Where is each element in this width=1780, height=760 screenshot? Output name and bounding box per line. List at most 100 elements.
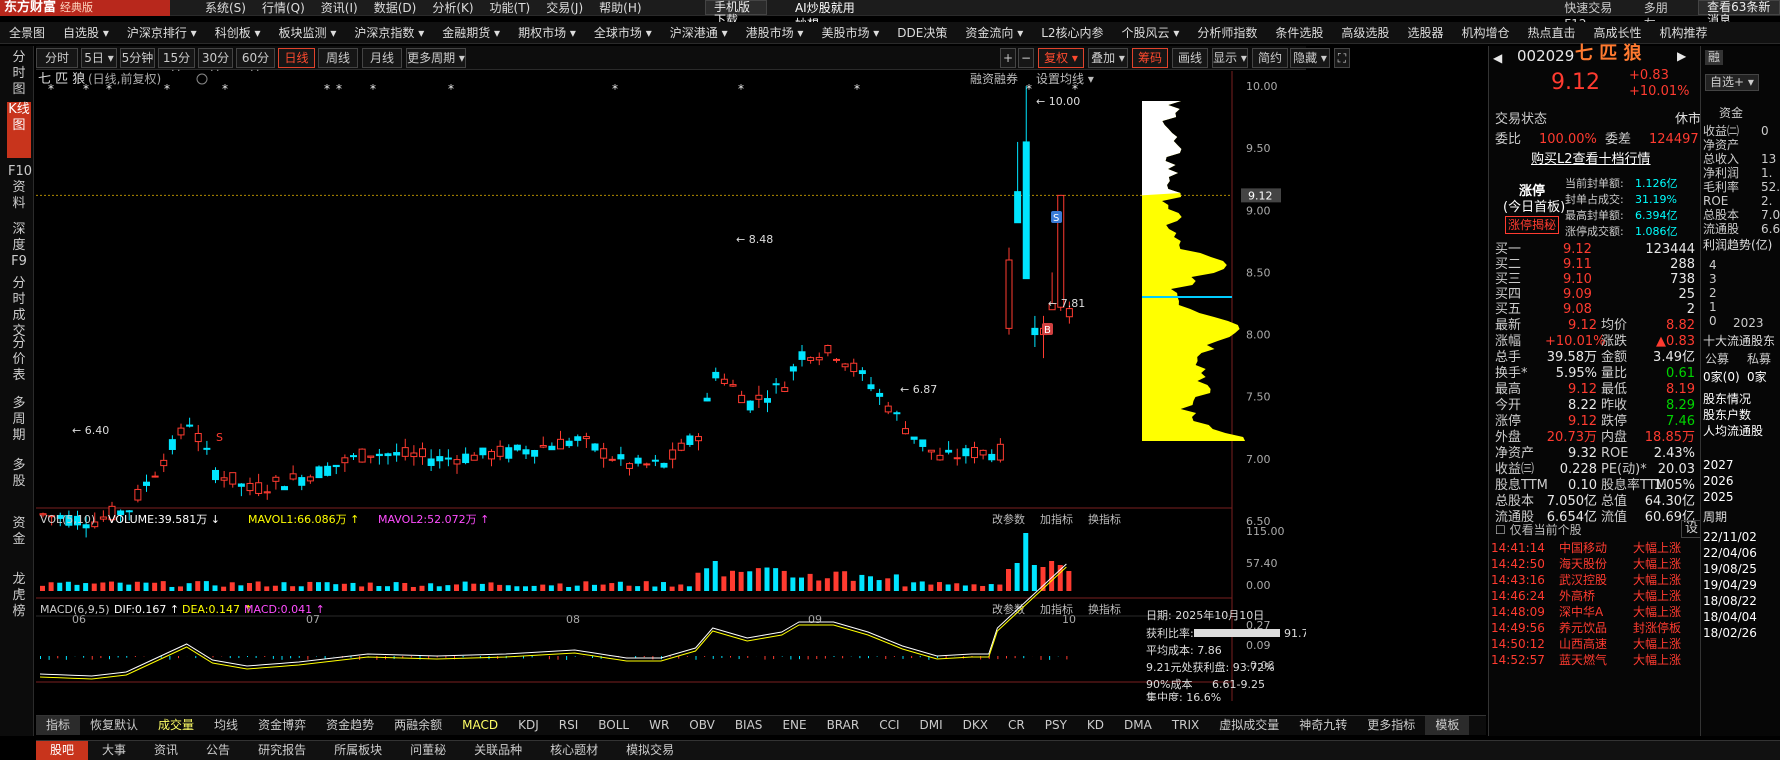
macd-tool-link[interactable]: 改参数 — [992, 602, 1025, 616]
ma-settings-link[interactable]: 设置均线 ▾ — [1036, 72, 1094, 86]
period-button[interactable]: 30分钟 — [198, 48, 233, 83]
indicator-tab[interactable]: BOLL — [588, 716, 639, 735]
mobile-download-button[interactable]: 手机版下载 — [705, 0, 767, 27]
event-marker[interactable]: * — [370, 82, 376, 96]
event-marker[interactable]: * — [164, 82, 170, 96]
tick-stock[interactable]: 深中华A — [1559, 604, 1603, 620]
limit-reveal-button[interactable]: 涨停揭秘 — [1505, 216, 1560, 234]
menu-item[interactable]: 机构推荐 — [1651, 22, 1717, 43]
chart-toolbar-button[interactable]: 画线 — [1172, 48, 1208, 68]
left-tab[interactable]: F10资料 — [8, 164, 32, 216]
only-current-checkbox[interactable]: ☐ 仅看当前个股 — [1495, 522, 1582, 538]
ai-button[interactable]: AI炒股就用妙想 — [795, 0, 856, 31]
indicator-tab[interactable]: 指标 — [36, 716, 81, 735]
quick-trade-button[interactable]: 快速交易F12 — [1564, 0, 1615, 31]
sys-menu-item[interactable]: 帮助(H) — [599, 0, 641, 16]
sys-menu-item[interactable]: 系统(S) — [205, 0, 246, 16]
period-button[interactable]: 15分钟 — [158, 48, 195, 83]
chart-toolbar-button[interactable]: ⛶ — [1334, 48, 1350, 68]
event-marker[interactable]: * — [448, 82, 454, 96]
tick-stock[interactable]: 武汉控股 — [1559, 572, 1607, 588]
sys-menu-item[interactable]: 资讯(I) — [321, 0, 358, 16]
bottom-tab[interactable]: 核心题材 — [536, 741, 612, 760]
left-tab[interactable]: 龙虎榜 — [8, 572, 30, 622]
chart-toolbar-button[interactable]: − — [1018, 48, 1034, 68]
menu-item[interactable]: 机构增仓 — [1452, 22, 1518, 43]
event-marker[interactable]: * — [1026, 82, 1032, 96]
indicator-tab[interactable]: BIAS — [725, 716, 773, 735]
event-marker[interactable]: * — [612, 82, 618, 96]
funds-tab[interactable]: 资金 — [1719, 106, 1743, 121]
tick-stock[interactable]: 海天股份 — [1559, 556, 1607, 572]
menu-item[interactable]: 金融期货 ▾ — [433, 22, 509, 43]
tick-stock[interactable]: 蓝天燃气 — [1559, 652, 1607, 668]
period-button[interactable]: 60分钟 — [236, 48, 275, 83]
period-button[interactable]: 更多周期 ▾ — [406, 48, 466, 68]
margin-tag[interactable]: 融 — [1705, 50, 1724, 65]
indicator-tab[interactable]: 恢复默认 — [80, 716, 148, 735]
holder-link[interactable]: 股东情况 — [1703, 392, 1751, 407]
bottom-tab[interactable]: 关联品种 — [460, 741, 536, 760]
bottom-tab[interactable]: 模拟交易 — [612, 741, 688, 760]
event-marker[interactable]: * — [854, 82, 860, 96]
event-marker[interactable]: * — [738, 82, 744, 96]
left-tab[interactable]: K线图 — [7, 102, 31, 158]
indicator-tab[interactable]: TRIX — [1162, 716, 1209, 735]
bottom-tab[interactable]: 大事 — [88, 741, 140, 760]
vol-tool-link[interactable]: 改参数 — [992, 512, 1025, 526]
chart-toolbar-button[interactable]: 筹码 — [1132, 48, 1168, 68]
holder-link[interactable]: 人均流通股 — [1703, 424, 1763, 439]
chart-toolbar-button[interactable]: 叠加 ▾ — [1088, 48, 1128, 68]
sys-menu-item[interactable]: 行情(Q) — [262, 0, 305, 16]
left-tab[interactable]: 多股 — [8, 458, 30, 504]
indicator-tab[interactable]: KD — [1077, 716, 1114, 735]
indicator-tab[interactable]: MACD — [452, 716, 508, 735]
indicator-tab[interactable]: 资金博弈 — [248, 716, 316, 735]
menu-item[interactable]: L2核心内参 — [1032, 22, 1112, 43]
left-tab[interactable]: 分价表 — [8, 336, 30, 386]
sys-menu-item[interactable]: 功能(T) — [490, 0, 531, 16]
menu-item[interactable]: 热点直击 — [1518, 22, 1584, 43]
left-tab[interactable]: 资金 — [8, 516, 30, 560]
indicator-tab[interactable]: 虚拟成交量 — [1209, 716, 1289, 735]
period-button[interactable]: 分时 — [36, 48, 78, 68]
indicator-tab[interactable]: 资金趋势 — [316, 716, 384, 735]
menu-item[interactable]: 期权市场 ▾ — [509, 22, 585, 43]
menu-item[interactable]: 高级选股 — [1332, 22, 1398, 43]
indicator-tab[interactable]: 更多指标 — [1357, 716, 1425, 735]
news-button[interactable]: 查看63条新消息 — [1698, 0, 1780, 27]
indicator-tab[interactable]: CR — [998, 716, 1035, 735]
macd-tool-link[interactable]: 换指标 — [1088, 602, 1121, 616]
indicator-tab[interactable]: DMI — [910, 716, 953, 735]
tick-stock[interactable]: 山西高速 — [1559, 636, 1607, 652]
indicator-tab[interactable]: DMA — [1114, 716, 1162, 735]
indicator-tab[interactable]: 两融余额 — [384, 716, 452, 735]
menu-item[interactable]: 全球市场 ▾ — [585, 22, 661, 43]
chart-toolbar-button[interactable]: 复权 ▾ — [1038, 48, 1084, 68]
event-marker[interactable]: * — [336, 82, 342, 96]
period-button[interactable]: 月线 — [362, 48, 402, 68]
menu-item[interactable]: 个股风云 ▾ — [1113, 22, 1189, 43]
event-marker[interactable]: * — [83, 82, 89, 96]
menu-item[interactable]: 沪深港通 ▾ — [661, 22, 737, 43]
indicator-tab[interactable]: 成交量 — [148, 716, 204, 735]
event-marker[interactable]: * — [106, 82, 112, 96]
holder-link[interactable]: 股东户数 — [1703, 408, 1751, 423]
chart-toolbar-button[interactable]: 隐藏 ▾ — [1290, 48, 1330, 68]
indicator-tab[interactable]: RSI — [549, 716, 589, 735]
kline-chart-svg[interactable]: 七 匹 狼 (日线,前复权) 融资融券 设置均线 ▾ 10.00 9.50 9.00 8.50… — [36, 71, 1326, 704]
menu-item[interactable]: 条件选股 — [1266, 22, 1332, 43]
indicator-tab[interactable]: BRAR — [817, 716, 870, 735]
indicator-tab[interactable]: 神奇九转 — [1289, 716, 1357, 735]
margin-link[interactable]: 融资融券 — [970, 71, 1018, 86]
tick-stock[interactable]: 外高桥 — [1559, 588, 1595, 604]
sys-menu-item[interactable]: 分析(K) — [432, 0, 473, 16]
bottom-tab[interactable]: 所属板块 — [320, 741, 396, 760]
indicator-tab[interactable]: KDJ — [508, 716, 549, 735]
vol-tool-link[interactable]: 换指标 — [1088, 512, 1121, 526]
tick-stock[interactable]: 中国移动 — [1559, 540, 1607, 556]
bottom-tab[interactable]: 股吧 — [36, 741, 89, 760]
indicator-tab[interactable]: CCI — [869, 716, 909, 735]
vol-tool-link[interactable]: 加指标 — [1040, 512, 1073, 526]
menu-item[interactable]: 科创板 ▾ — [206, 22, 270, 43]
